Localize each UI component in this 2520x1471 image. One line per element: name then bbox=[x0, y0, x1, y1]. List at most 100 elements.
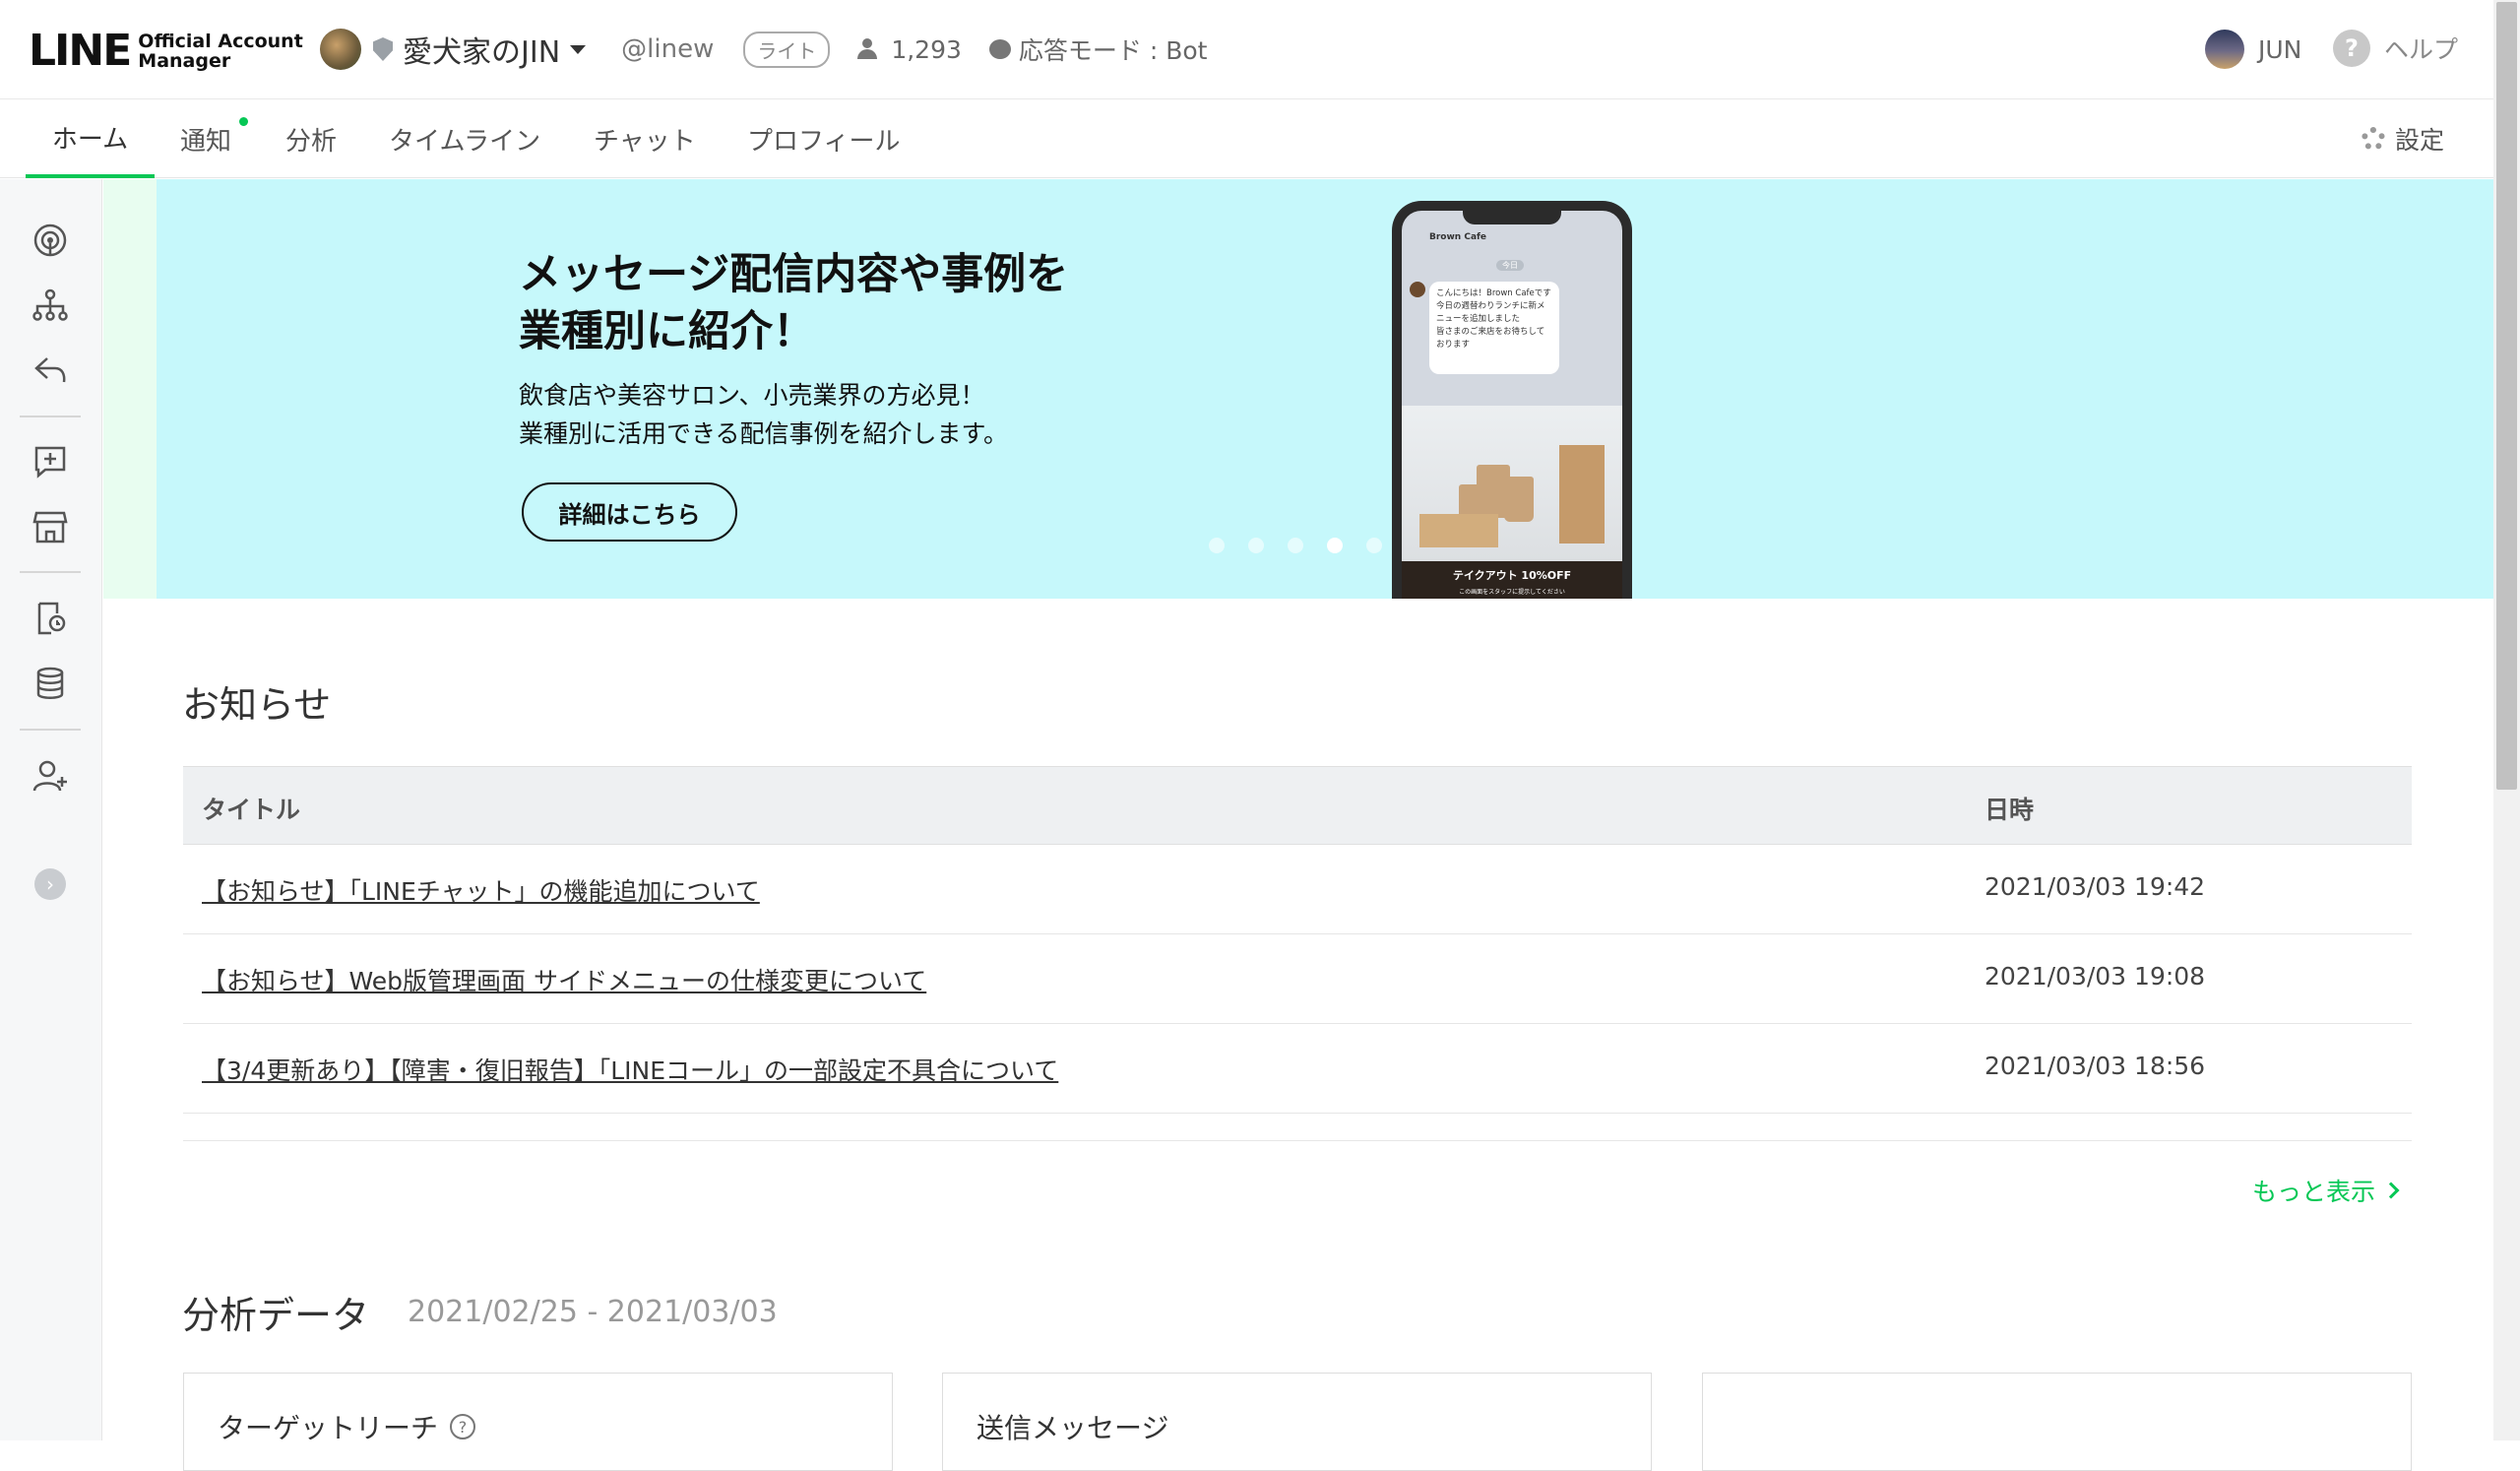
tab-notifications-label: 通知 bbox=[180, 126, 232, 157]
people-icon bbox=[857, 38, 883, 60]
tab-timeline-label: タイムライン bbox=[389, 126, 541, 157]
table-row[interactable]: 【お知らせ】「LINEチャット」の機能追加について 2021/03/03 19:… bbox=[183, 845, 2412, 934]
analytics-card[interactable] bbox=[1702, 1373, 2412, 1471]
followers-count: 1,293 bbox=[857, 35, 962, 64]
coupon-icon[interactable] bbox=[32, 600, 69, 637]
news-table: タイトル 日時 【お知らせ】「LINEチャット」の機能追加について 2021/0… bbox=[183, 766, 2412, 1141]
top-header: LINE Official Account Manager 愛犬家のJIN @li… bbox=[0, 0, 2493, 99]
account-avatar bbox=[320, 29, 361, 70]
banner-edge bbox=[103, 179, 157, 599]
food-box bbox=[1419, 514, 1498, 547]
tab-analytics-label: 分析 bbox=[285, 126, 338, 157]
add-friend-icon[interactable] bbox=[32, 757, 69, 795]
news-heading: お知らせ bbox=[182, 683, 332, 727]
target-reach-card[interactable]: ターゲットリーチ ? bbox=[183, 1373, 893, 1471]
sidebar-divider bbox=[20, 729, 81, 731]
sent-messages-card[interactable]: 送信メッセージ bbox=[942, 1373, 1652, 1471]
table-row[interactable]: 【3/4更新あり】【障害・復旧報告】「LINEコール」の一部設定不具合について … bbox=[183, 1024, 2412, 1114]
rich-menu-icon[interactable] bbox=[32, 287, 69, 324]
show-more-link[interactable]: もっと表示 bbox=[2252, 1173, 2400, 1208]
sidebar-divider bbox=[20, 416, 81, 417]
tab-chat-label: チャット bbox=[594, 126, 696, 157]
chat-bubble-icon bbox=[988, 39, 1011, 59]
logo-sub: Official Account Manager bbox=[138, 32, 302, 71]
user-menu[interactable]: JUN bbox=[2205, 30, 2301, 69]
tab-profile[interactable]: プロフィール bbox=[747, 99, 900, 178]
response-mode-label: 応答モード : Bot bbox=[1018, 36, 1208, 65]
logo-main: LINE bbox=[29, 26, 132, 76]
phone-footer-text: テイクアウト 10%OFF bbox=[1452, 569, 1572, 582]
tab-home[interactable]: ホーム bbox=[26, 99, 155, 178]
gear-icon bbox=[2361, 127, 2385, 151]
col-title: タイトル bbox=[202, 796, 301, 824]
carousel-dot[interactable] bbox=[1209, 538, 1225, 553]
user-avatar bbox=[2205, 30, 2244, 69]
phone-chat-header: Brown Cafe bbox=[1402, 224, 1622, 252]
settings-link[interactable]: 設定 bbox=[2361, 99, 2444, 178]
news-date: 2021/03/03 19:08 bbox=[1984, 962, 2206, 991]
table-row[interactable]: 【お知らせ】Web版管理画面 サイドメニューの仕様変更について 2021/03/… bbox=[183, 934, 2412, 1024]
banner-description: 飲食店や美容サロン、小売業界の方必見！ 業種別に活用できる配信事例を紹介します。 bbox=[519, 381, 1009, 448]
line-logo[interactable]: LINE Official Account Manager bbox=[29, 26, 303, 76]
data-icon[interactable] bbox=[32, 665, 69, 702]
phone-chat-name: Brown Cafe bbox=[1429, 232, 1487, 242]
carousel-dot[interactable] bbox=[1366, 538, 1382, 553]
show-more-label: もっと表示 bbox=[2252, 1178, 2376, 1206]
response-mode[interactable]: 応答モード : Bot bbox=[988, 32, 1208, 67]
carousel-dot-active[interactable] bbox=[1327, 538, 1343, 553]
scrollbar-thumb[interactable] bbox=[2496, 2, 2517, 790]
tab-home-label: ホーム bbox=[51, 124, 129, 155]
carousel-dots bbox=[1209, 538, 1382, 553]
news-date: 2021/03/03 19:42 bbox=[1984, 872, 2206, 901]
chevron-down-icon[interactable] bbox=[570, 44, 587, 54]
plan-badge: ライト bbox=[743, 31, 831, 68]
help-link[interactable]: ? ヘルプ bbox=[2333, 30, 2458, 67]
add-message-icon[interactable] bbox=[32, 443, 69, 480]
carousel-dot[interactable] bbox=[1288, 538, 1303, 553]
sidebar-divider bbox=[20, 571, 81, 573]
target-reach-title: ターゲットリーチ bbox=[218, 1412, 439, 1444]
notification-dot bbox=[239, 117, 248, 126]
coffee-cup bbox=[1504, 477, 1534, 522]
card-title: ターゲットリーチ ? bbox=[218, 1407, 476, 1446]
logo-sub-line: Manager bbox=[138, 49, 231, 72]
phone-notch bbox=[1463, 211, 1561, 224]
banner-title: メッセージ配信内容や事例を 業種別に紹介！ bbox=[519, 250, 1069, 356]
help-label: ヘルプ bbox=[2384, 35, 2459, 64]
logo-sub-line: Official Account bbox=[138, 30, 303, 52]
news-table-end bbox=[183, 1114, 2412, 1141]
question-icon: ? bbox=[2333, 30, 2370, 67]
phone-mockup: Brown Cafe 今日 こんにちは！Brown Cafeです 今日の週替わり… bbox=[1392, 201, 1632, 599]
tab-chat[interactable]: チャット bbox=[594, 99, 696, 178]
phone-chat-day: 今日 bbox=[1496, 260, 1524, 271]
shop-icon[interactable] bbox=[32, 508, 69, 545]
settings-label: 設定 bbox=[2394, 126, 2444, 155]
broadcast-icon[interactable] bbox=[32, 222, 69, 259]
tab-timeline[interactable]: タイムライン bbox=[389, 99, 540, 178]
news-title-link[interactable]: 【お知らせ】「LINEチャット」の機能追加について bbox=[202, 872, 760, 908]
banner-details-button[interactable]: 詳細はこちら bbox=[522, 482, 737, 542]
analytics-date-range: 2021/02/25 - 2021/03/03 bbox=[408, 1295, 778, 1329]
phone-coupon-footer: テイクアウト 10%OFF この画面をスタッフに提示してください bbox=[1402, 561, 1622, 599]
promo-banner[interactable]: メッセージ配信内容や事例を 業種別に紹介！ 飲食店や美容サロン、小売業界の方必見… bbox=[103, 179, 2493, 599]
phone-screen: Brown Cafe 今日 こんにちは！Brown Cafeです 今日の週替わり… bbox=[1402, 211, 1622, 599]
question-icon[interactable]: ? bbox=[450, 1414, 476, 1439]
card-title: 送信メッセージ bbox=[976, 1407, 1168, 1446]
news-date: 2021/03/03 18:56 bbox=[1984, 1052, 2206, 1080]
account-switcher[interactable]: 愛犬家のJIN @linew ライト 1,293 応答モード : Bot bbox=[320, 27, 1207, 72]
news-title-link[interactable]: 【3/4更新あり】【障害・復旧報告】「LINEコール」の一部設定不具合について bbox=[202, 1052, 1058, 1087]
followers-value: 1,293 bbox=[891, 34, 962, 64]
paper-bag bbox=[1559, 445, 1605, 544]
account-name: 愛犬家のJIN bbox=[403, 35, 561, 70]
col-date: 日時 bbox=[1984, 796, 2035, 824]
auto-reply-icon[interactable] bbox=[32, 351, 69, 388]
sidebar-expand-button[interactable]: › bbox=[34, 868, 66, 900]
sidebar: › bbox=[0, 179, 102, 1440]
phone-chat-avatar bbox=[1410, 282, 1425, 297]
tab-analytics[interactable]: 分析 bbox=[285, 99, 337, 178]
carousel-dot[interactable] bbox=[1248, 538, 1264, 553]
tab-notifications[interactable]: 通知 bbox=[180, 99, 248, 178]
news-title-link[interactable]: 【お知らせ】Web版管理画面 サイドメニューの仕様変更について bbox=[202, 962, 926, 997]
tab-profile-label: プロフィール bbox=[747, 126, 901, 157]
sent-messages-title: 送信メッセージ bbox=[976, 1412, 1169, 1444]
